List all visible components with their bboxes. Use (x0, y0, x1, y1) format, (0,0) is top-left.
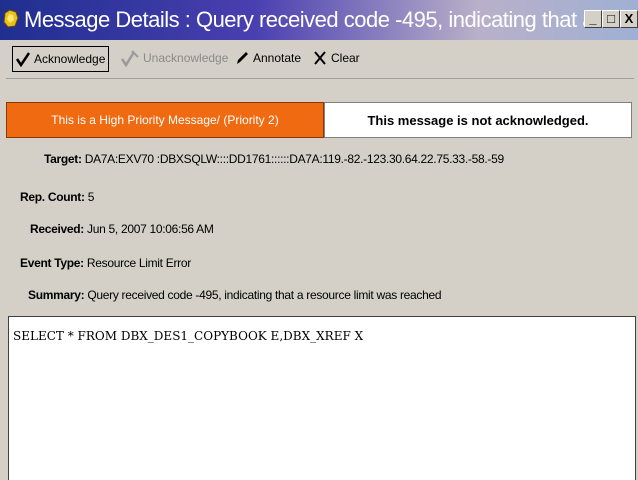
summary-value: Query received code -495, indicating tha… (87, 288, 442, 302)
pencil-icon (237, 52, 248, 64)
annotate-button[interactable]: Annotate (234, 46, 301, 70)
target-value: DA7A:EXV70 :DBXSQLW::::DD1761::::::DA7A:… (84, 152, 504, 166)
target-label: Target: (44, 152, 82, 166)
priority-banner: This is a High Priority Message/ (Priori… (6, 102, 324, 138)
unacknowledge-label: Unacknowledge (143, 51, 229, 65)
clear-button[interactable]: Clear (312, 46, 360, 70)
acknowledge-label: Acknowledge (34, 52, 106, 66)
received-row: Received: Jun 5, 2007 10:06:56 AM (30, 222, 214, 236)
close-button[interactable]: X (620, 10, 638, 28)
received-label: Received: (30, 222, 84, 236)
sql-text-area[interactable]: SELECT * FROM DBX_DES1_COPYBOOK E,DBX_XR… (8, 316, 636, 480)
rep-count-value: 5 (87, 190, 95, 204)
acknowledge-button[interactable]: Acknowledge (12, 46, 110, 72)
toolbar-divider (6, 78, 634, 79)
rep-count-row: Rep. Count: 5 (20, 190, 94, 204)
summary-row: Summary: Query received code -495, indic… (28, 288, 442, 302)
summary-label: Summary: (28, 288, 85, 302)
maximize-button[interactable]: □ (602, 10, 620, 28)
minimize-button[interactable]: _ (584, 10, 602, 28)
annotate-label: Annotate (253, 51, 302, 65)
acknowledgement-status: This message is not acknowledged. (324, 102, 632, 138)
checkmark-icon (15, 52, 31, 67)
rep-count-label: Rep. Count: (20, 190, 85, 204)
sql-query-text: SELECT * FROM DBX_DES1_COPYBOOK E,DBX_XR… (13, 329, 364, 343)
clear-x-icon (314, 51, 326, 65)
target-row: Target: DA7A:EXV70 :DBXSQLW::::DD1761:::… (44, 152, 504, 166)
unacknowledge-button[interactable]: Unacknowledge (120, 46, 228, 70)
event-type-value: Resource Limit Error (86, 256, 191, 270)
window-title: Message Details : Query received code -4… (24, 7, 611, 32)
clear-label: Clear (331, 51, 360, 65)
event-type-label: Event Type: (20, 256, 84, 270)
unacknowledge-icon (120, 50, 139, 67)
app-icon (2, 9, 20, 29)
event-type-row: Event Type: Resource Limit Error (20, 256, 191, 270)
message-details-window: Message Details : Query received code -4… (0, 0, 638, 480)
toolbar: Acknowledge Unacknowledge Annotate Clear (6, 42, 636, 74)
title-bar[interactable]: Message Details : Query received code -4… (0, 0, 638, 40)
received-value: Jun 5, 2007 10:06:56 AM (87, 222, 214, 236)
